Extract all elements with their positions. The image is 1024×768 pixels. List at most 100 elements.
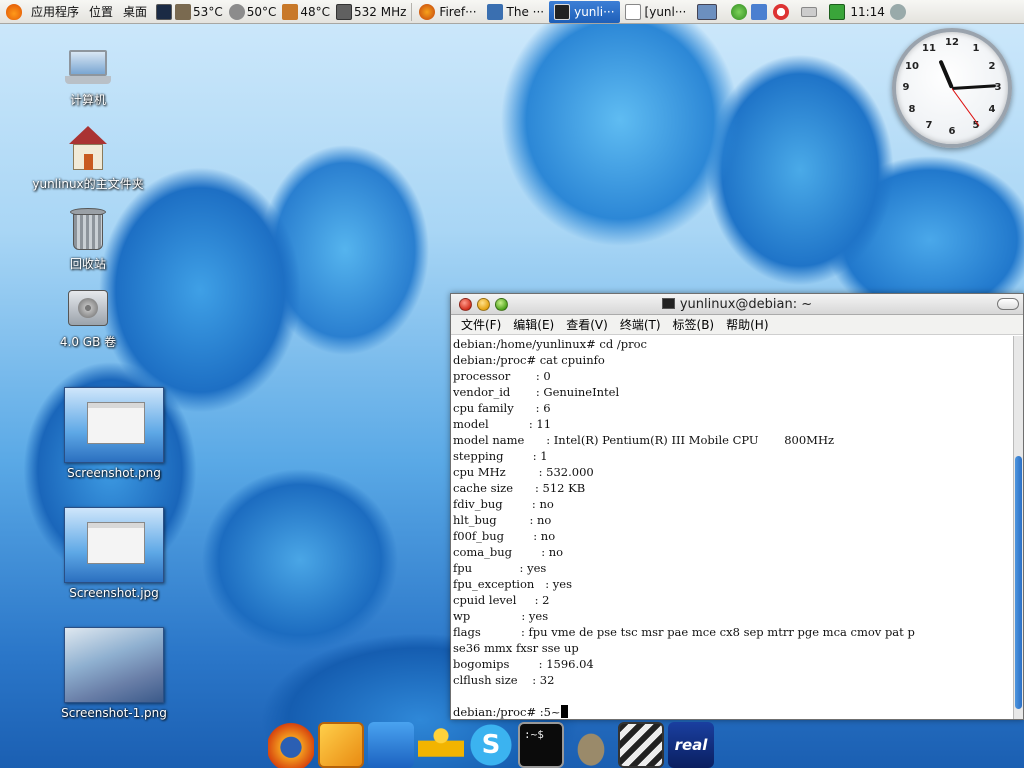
- maximize-button[interactable]: [495, 297, 508, 311]
- menu-tabs[interactable]: 标签(B): [667, 316, 721, 333]
- sensor-value-2: 50°C: [246, 4, 277, 19]
- terminal-icon-text: :~$: [524, 728, 544, 741]
- text-editor-icon[interactable]: [368, 722, 414, 768]
- menu-applications[interactable]: 应用程序: [26, 0, 84, 24]
- terminal-window[interactable]: yunlinux@debian: ~ 文件(F) 编辑(E) 查看(V) 终端(…: [450, 293, 1024, 720]
- task-firefox[interactable]: Firef···: [414, 1, 481, 23]
- panel-clock[interactable]: 11:14: [845, 0, 890, 24]
- sensor-applet-3[interactable]: 48°C: [279, 0, 333, 24]
- clock-hour-hand: [938, 59, 954, 89]
- terminal-output[interactable]: debian:/home/yunlinux# cd /proc debian:/…: [451, 336, 1013, 719]
- menu-view[interactable]: 查看(V): [560, 316, 614, 333]
- network-icon[interactable]: [731, 3, 748, 20]
- menu-edit[interactable]: 编辑(E): [507, 316, 560, 333]
- close-button[interactable]: [459, 297, 472, 311]
- home-folder-icon: [65, 126, 111, 172]
- window-title: yunlinux@debian: ~: [451, 297, 1023, 312]
- battery-icon[interactable]: [829, 3, 846, 20]
- task-document[interactable]: [yunl···: [620, 1, 692, 23]
- dock: S :~$ real: [266, 720, 766, 768]
- clock-number: 12: [945, 37, 959, 48]
- desktop-icon-trash[interactable]: 回收站: [33, 206, 143, 272]
- desktop-icon-computer[interactable]: 计算机: [33, 48, 143, 108]
- menu-places[interactable]: 位置: [84, 0, 118, 24]
- clock-number: 2: [988, 61, 996, 72]
- terminal-prompt-line[interactable]: debian:/proc# :5~: [453, 704, 1011, 719]
- terminal-line: cpu family : 6: [453, 401, 551, 415]
- text-cursor: [560, 705, 568, 718]
- terminal-line: processor : 0: [453, 369, 551, 383]
- cpu-icon: [336, 3, 353, 20]
- task-book[interactable]: The ···: [482, 1, 550, 23]
- realplayer-icon[interactable]: real: [668, 722, 714, 768]
- firefox-icon[interactable]: [268, 722, 314, 768]
- gnome-foot-icon[interactable]: [6, 3, 22, 20]
- top-panel: 应用程序 位置 桌面 53°C 50°C 48°C 532 MHz Firef·…: [0, 0, 1024, 24]
- terminal-line: bogomips : 1596.04: [453, 657, 594, 671]
- menu-terminal[interactable]: 终端(T): [614, 316, 667, 333]
- terminal-line: fpu_exception : yes: [453, 577, 573, 591]
- desktop-icon-screenshot-png[interactable]: Screenshot.png: [59, 387, 169, 480]
- image-thumbnail: [64, 387, 164, 463]
- skype-icon[interactable]: S: [468, 722, 514, 768]
- terminal-prompt: debian:/proc# :5~: [453, 705, 561, 719]
- messenger-icon[interactable]: [418, 722, 464, 768]
- desktop-icon-volume[interactable]: 4.0 GB 卷: [33, 286, 143, 350]
- video-editor-icon[interactable]: [618, 722, 664, 768]
- desktop-icon-label: 4.0 GB 卷: [59, 335, 117, 349]
- sensor-value-3: 48°C: [300, 4, 331, 19]
- terminal-line: model : 11: [453, 417, 552, 431]
- menu-help[interactable]: 帮助(H): [720, 316, 774, 333]
- sensor-value-1: 53°C: [193, 4, 223, 19]
- clock-number: 8: [908, 104, 916, 115]
- terminal-line: model name : Intel(R) Pentium(R) III Mob…: [453, 433, 835, 447]
- realplayer-icon-text: real: [674, 736, 708, 754]
- file-manager-icon[interactable]: [318, 722, 364, 768]
- desktop-icon-label: Screenshot.jpg: [69, 586, 159, 600]
- volume-icon[interactable]: [889, 3, 906, 20]
- sensor-applet-1[interactable]: 53°C: [172, 0, 226, 24]
- document-icon: [624, 3, 641, 20]
- terminal-icon[interactable]: :~$: [518, 722, 564, 768]
- vertical-scrollbar[interactable]: [1013, 336, 1023, 719]
- task-label: Firef···: [439, 4, 477, 19]
- desktop-icon-label: 回收站: [69, 257, 106, 271]
- window-title-text: yunlinux@debian: ~: [679, 296, 813, 312]
- terminal-menubar: 文件(F) 编辑(E) 查看(V) 终端(T) 标签(B) 帮助(H): [451, 315, 1023, 335]
- terminal-title-icon: [661, 297, 675, 309]
- window-titlebar[interactable]: yunlinux@debian: ~: [451, 294, 1023, 315]
- cpu-freq-value: 532 MHz: [354, 4, 407, 19]
- clock-number: 9: [902, 82, 910, 93]
- desktop-icon-home[interactable]: yunlinux的主文件夹: [32, 126, 144, 192]
- puzzle-icon[interactable]: [751, 3, 768, 20]
- cpufreq-applet[interactable]: 532 MHz: [333, 0, 409, 24]
- sensor-applet-2[interactable]: 50°C: [226, 0, 280, 24]
- terminal-line: fdiv_bug : no: [453, 497, 554, 511]
- scrollbar-thumb[interactable]: [1015, 456, 1022, 709]
- menu-file[interactable]: 文件(F): [455, 316, 507, 333]
- desktop-icon-label: yunlinux的主文件夹: [32, 177, 144, 191]
- no-entry-icon[interactable]: [773, 3, 790, 20]
- desktop-icon-label: Screenshot-1.png: [61, 706, 167, 720]
- desktop-icon-screenshot-1-png[interactable]: Screenshot-1.png: [59, 627, 169, 720]
- shade-button[interactable]: [997, 298, 1019, 310]
- gimp-icon[interactable]: [568, 722, 614, 768]
- menu-desktop[interactable]: 桌面: [118, 0, 152, 24]
- desktop-icon-screenshot-jpg[interactable]: Screenshot.jpg: [59, 507, 169, 600]
- terminal-line: wp : yes: [453, 609, 549, 623]
- desktop-icon-label: Screenshot.png: [67, 466, 161, 480]
- computer-icon: [65, 48, 111, 88]
- terminal-line: debian:/proc# cat cpuinfo: [453, 353, 605, 367]
- terminal-line: clflush size : 32: [453, 673, 555, 687]
- minimize-button[interactable]: [477, 297, 490, 311]
- clock-number: 4: [988, 104, 996, 115]
- keyboard-icon[interactable]: [801, 6, 818, 17]
- task-terminal[interactable]: yunli···: [549, 0, 620, 23]
- analog-clock-widget[interactable]: 12 1 2 3 4 5 6 7 8 9 10 11: [892, 28, 1012, 148]
- workspace-switcher-icon[interactable]: [697, 3, 718, 20]
- show-desktop-icon[interactable]: [156, 3, 173, 20]
- terminal-small-icon: [554, 3, 571, 20]
- image-thumbnail: [64, 507, 164, 583]
- task-label: [yunl···: [644, 4, 687, 19]
